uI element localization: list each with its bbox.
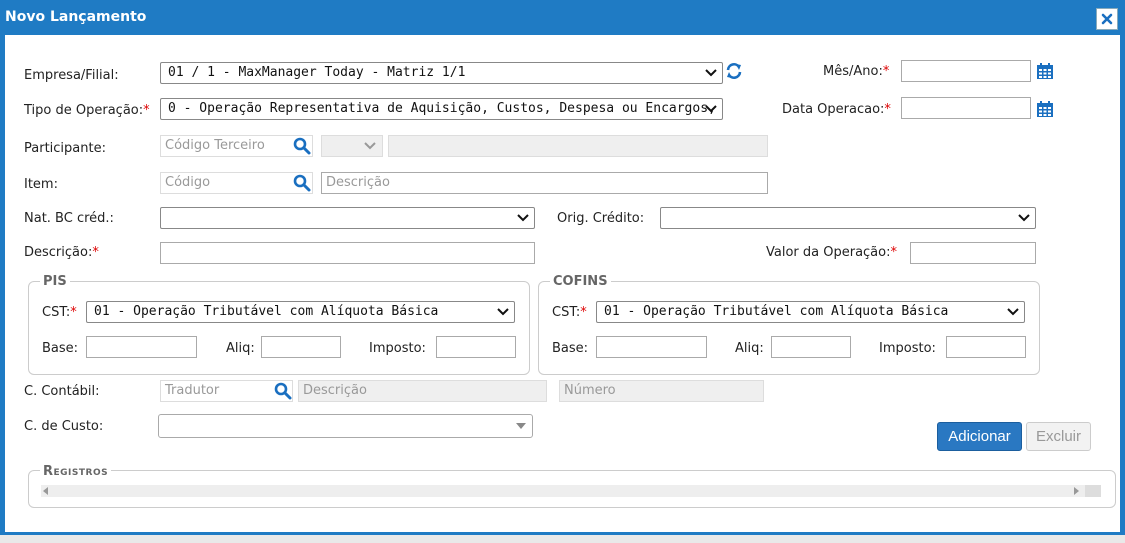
refresh-icon[interactable] [725,61,743,81]
search-icon[interactable] [292,136,312,156]
dialog-titlebar[interactable]: Novo Lançamento [0,0,1125,35]
tipo-operacao-select[interactable]: 0 - Operação Representativa de Aquisição… [160,98,723,120]
data-operacao-input[interactable] [901,97,1031,119]
participante-label: Participante: [24,141,106,156]
centro-custo-select[interactable] [158,414,533,438]
cofins-fieldset [538,281,1040,375]
chevron-down-icon [497,308,509,316]
registros-legend: Registros [40,464,112,479]
horizontal-scrollbar[interactable] [41,485,1101,497]
chevron-down-icon [517,214,529,222]
tipo-operacao-label: Tipo de Operação:* [24,103,150,118]
tipo-operacao-value: 0 - Operação Representativa de Aquisição… [168,101,723,116]
new-entry-dialog: Novo Lançamento Empresa/Filial: 01 / 1 -… [0,0,1125,535]
scrollbar-corner [1085,485,1101,497]
caret-down-icon [516,423,526,429]
empresa-select[interactable]: 01 / 1 - MaxManager Today - Matriz 1/1 [160,62,723,84]
pis-imposto-input[interactable] [436,336,516,358]
pis-base-input[interactable] [86,336,197,358]
pis-legend: PIS [40,274,70,289]
participante-code-input[interactable]: Código Terceiro [160,135,313,157]
pis-aliq-input[interactable] [261,336,341,358]
chevron-down-icon [705,69,717,77]
close-icon [1101,13,1113,25]
participante-type-select[interactable] [321,135,383,157]
data-operacao-label: Data Operacao:* [782,102,891,117]
add-button[interactable]: Adicionar [937,422,1022,451]
dialog-title: Novo Lançamento [5,9,147,25]
cofins-base-input[interactable] [596,336,707,358]
mes-ano-label: Mês/Ano:* [823,64,890,79]
chevron-down-icon [1018,214,1030,222]
descricao-label: Descrição:* [24,245,99,260]
valor-operacao-label: Valor da Operação:* [766,245,897,260]
scroll-left-icon[interactable] [43,487,49,495]
cofins-imposto-input[interactable] [946,336,1026,358]
pis-cst-label: CST:* [42,305,77,320]
cofins-cst-select[interactable]: 01 - Operação Tributável com Alíquota Bá… [596,301,1025,323]
calendar-icon[interactable] [1036,62,1054,80]
cofins-base-label: Base: [552,341,589,356]
centro-custo-label: C. de Custo: [24,419,104,434]
nat-bc-label: Nat. BC créd.: [24,211,114,226]
cofins-aliq-input[interactable] [771,336,851,358]
valor-operacao-input[interactable] [910,242,1036,264]
item-desc-input[interactable]: Descrição [321,172,768,194]
orig-credito-select[interactable] [660,207,1036,229]
conta-contabil-label: C. Contábil: [24,384,100,399]
pis-fieldset [28,281,530,375]
nat-bc-select[interactable] [160,207,535,229]
chevron-down-icon [705,105,717,113]
item-label: Item: [24,177,58,192]
cofins-aliq-label: Aliq: [735,341,764,356]
chevron-down-icon [1007,308,1019,316]
calendar-icon[interactable] [1036,100,1054,118]
cofins-legend: COFINS [550,274,611,289]
cofins-imposto-label: Imposto: [879,341,936,356]
pis-base-label: Base: [42,341,79,356]
pis-aliq-label: Aliq: [226,341,255,356]
close-button[interactable] [1096,8,1118,30]
search-icon[interactable] [273,381,293,401]
delete-button[interactable]: Excluir [1026,422,1091,451]
dialog-body: Empresa/Filial: 01 / 1 - MaxManager Toda… [5,35,1120,532]
descricao-input[interactable] [160,242,535,264]
mes-ano-input[interactable] [901,60,1031,82]
search-icon[interactable] [292,173,312,193]
empresa-label: Empresa/Filial: [24,68,119,83]
conta-contabil-desc-input[interactable]: Descrição [298,380,547,402]
cofins-cst-label: CST:* [552,305,587,320]
item-code-input[interactable]: Código [160,172,313,194]
orig-credito-label: Orig. Crédito: [557,211,645,226]
scroll-right-icon[interactable] [1073,487,1079,495]
conta-contabil-num-input[interactable]: Número [559,380,764,402]
pis-imposto-label: Imposto: [369,341,426,356]
pis-cst-select[interactable]: 01 - Operação Tributável com Alíquota Bá… [86,301,515,323]
empresa-value: 01 / 1 - MaxManager Today - Matriz 1/1 [168,65,466,80]
chevron-down-icon [364,142,376,150]
participante-name-input[interactable] [388,135,768,157]
